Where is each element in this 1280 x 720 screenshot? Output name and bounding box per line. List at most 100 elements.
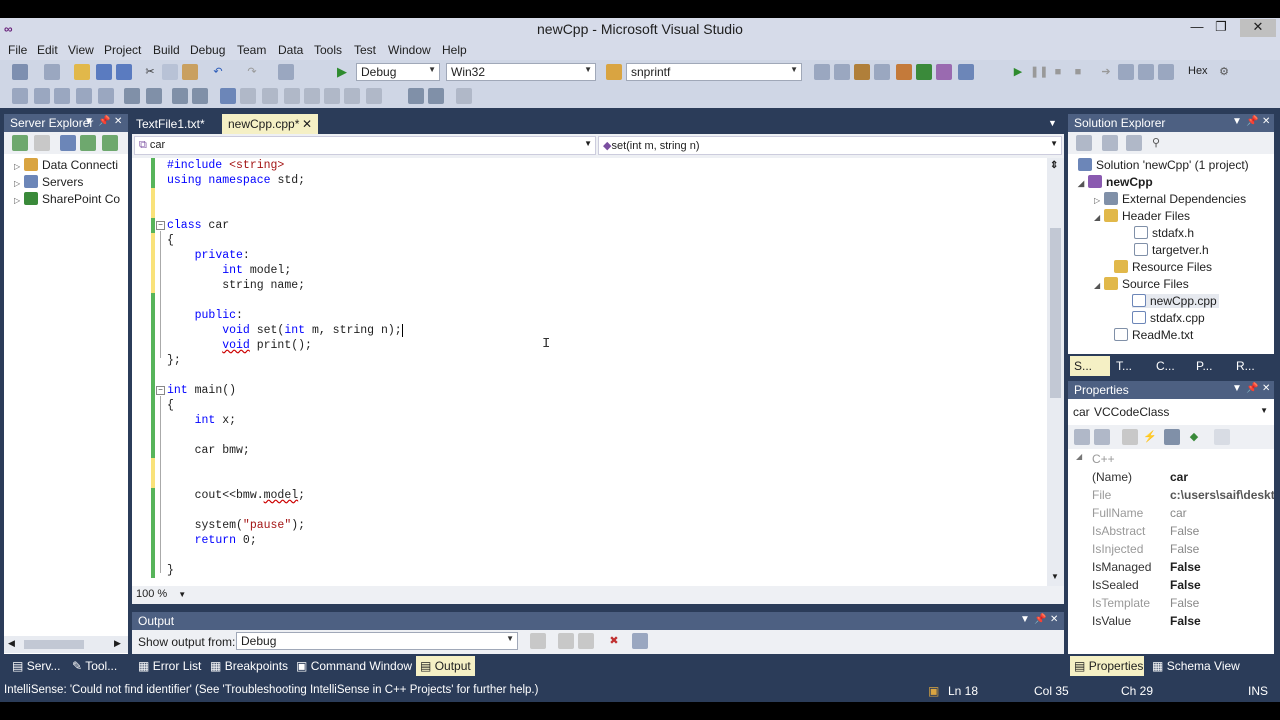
types-dropdown[interactable]: ⧉ car ▼ [134, 136, 596, 155]
properties-icon[interactable] [1076, 135, 1092, 151]
menu-view[interactable]: View [68, 43, 94, 57]
save-icon[interactable] [96, 64, 112, 80]
tab-breakpoints[interactable]: ▦ Breakpoints [206, 656, 292, 676]
tree-item-source-files[interactable]: ◢ Source Files [1094, 277, 1189, 291]
close-tab-icon[interactable]: ✕ [302, 117, 312, 131]
close-icon[interactable]: ✕ [114, 116, 122, 127]
tree-item-header-files[interactable]: ◢ Header Files [1094, 209, 1190, 223]
step-out-icon[interactable] [1158, 64, 1174, 80]
expand-arrow-icon[interactable]: ▷ [14, 196, 24, 205]
zoom-level[interactable]: 100 % [136, 588, 167, 600]
scroll-thumb[interactable] [24, 640, 84, 649]
step-into-icon[interactable] [1118, 64, 1134, 80]
dropdown-icon[interactable]: ▼ [1232, 116, 1242, 127]
menu-team[interactable]: Team [237, 43, 266, 57]
tree-item-newcpp-cpp[interactable]: newCpp.cpp [1132, 294, 1219, 308]
find-next-icon[interactable] [578, 633, 594, 649]
start-debugging-icon[interactable]: ▶ [334, 64, 350, 80]
properties-icon[interactable] [1122, 429, 1138, 445]
property-row[interactable]: (Name) car [1068, 469, 1274, 487]
stop-debugging-icon[interactable]: ■ [1050, 64, 1066, 80]
tab-team-explorer[interactable]: T... [1112, 356, 1136, 376]
decrease-indent-icon[interactable] [124, 88, 140, 104]
new-project-icon[interactable] [12, 64, 28, 80]
paste-icon[interactable] [182, 64, 198, 80]
restore-button[interactable]: ❐ [1210, 19, 1232, 37]
display-word-completion-icon[interactable] [98, 88, 114, 104]
layout-icon[interactable] [456, 88, 472, 104]
collapse-arrow-icon[interactable]: ◢ [1094, 281, 1104, 290]
property-row[interactable]: IsSealed False [1068, 577, 1274, 595]
tab-dropdown-icon[interactable]: ▼ [1048, 118, 1057, 128]
tools-icon[interactable] [896, 64, 912, 80]
tree-item-readme[interactable]: ReadMe.txt [1114, 328, 1193, 342]
categorized-icon[interactable] [1074, 429, 1090, 445]
undo-icon[interactable]: ↶ [210, 64, 226, 80]
stop-refresh-icon[interactable] [34, 135, 50, 151]
tree-item-solution[interactable]: Solution 'newCpp' (1 project) [1078, 158, 1249, 172]
refresh-icon[interactable] [1126, 135, 1142, 151]
menu-data[interactable]: Data [278, 43, 303, 57]
uncomment-icon[interactable] [192, 88, 208, 104]
dropdown-icon[interactable]: ▼ [1232, 383, 1242, 394]
pin-icon[interactable]: 📌 [1034, 614, 1046, 625]
collapse-main-icon[interactable]: − [156, 386, 165, 395]
parameter-info-icon[interactable] [34, 88, 50, 104]
tree-item-sharepoint[interactable]: ▷ SharePoint Co [14, 192, 120, 206]
step-over-icon[interactable] [1138, 64, 1154, 80]
tree-item-external-deps[interactable]: ▷ External Dependencies [1094, 192, 1246, 206]
solution-explorer-icon[interactable] [814, 64, 830, 80]
open-file-icon[interactable] [74, 64, 90, 80]
close-icon[interactable]: ✕ [1262, 383, 1270, 394]
solution-platform-select[interactable]: Win32 ▼ [446, 63, 596, 81]
quick-info-icon[interactable] [54, 88, 70, 104]
menu-tools[interactable]: Tools [314, 43, 342, 57]
expand-arrow-icon[interactable]: ▷ [1094, 196, 1104, 205]
menu-help[interactable]: Help [442, 43, 467, 57]
property-category[interactable]: ◢ C++ [1068, 451, 1274, 469]
break-all-icon[interactable]: ❚❚ [1030, 64, 1048, 80]
tree-item-project[interactable]: ◢ newCpp [1078, 175, 1153, 189]
refresh-icon[interactable] [12, 135, 28, 151]
copy-icon[interactable] [162, 64, 178, 80]
property-row[interactable]: IsAbstract False [1068, 523, 1274, 541]
tree-item-servers[interactable]: ▷ Servers [14, 175, 83, 189]
navigate-backward-icon[interactable] [278, 64, 294, 80]
team-explorer-icon[interactable] [936, 64, 952, 80]
pin-icon[interactable]: 📌 [1246, 383, 1258, 394]
tab-toolbox[interactable]: ✎ Tool... [68, 656, 121, 676]
alphabetical-icon[interactable] [1094, 429, 1110, 445]
pin-icon[interactable]: 📌 [1246, 116, 1258, 127]
connect-database-icon[interactable] [60, 135, 76, 151]
restart-icon[interactable]: ■ [1070, 64, 1086, 80]
split-icon[interactable]: ⇕ [1050, 160, 1058, 171]
close-icon[interactable]: ✕ [1050, 614, 1058, 625]
tab-property-manager[interactable]: P... [1192, 356, 1216, 376]
toolbox-icon[interactable] [874, 64, 890, 80]
collapse-arrow-icon[interactable]: ◢ [1078, 179, 1088, 188]
cut-icon[interactable]: ✂ [142, 64, 158, 80]
pin-icon[interactable]: 📌 [98, 116, 110, 127]
menu-window[interactable]: Window [388, 43, 431, 57]
property-row[interactable]: IsValue False [1068, 613, 1274, 631]
find-combo[interactable]: snprintf ▼ [626, 63, 802, 81]
scroll-down-icon[interactable]: ▼ [1051, 572, 1059, 581]
minimize-button[interactable]: — [1186, 19, 1208, 37]
tab-server-explorer[interactable]: ▤ Serv... [8, 656, 64, 676]
extension-manager-icon[interactable] [916, 64, 932, 80]
tab-properties[interactable]: ▤ Properties [1070, 656, 1144, 676]
exceptions-icon[interactable]: ⚙ [1216, 64, 1232, 80]
next-bookmark-folder-icon[interactable] [304, 88, 320, 104]
tab-command-window[interactable]: ▣ Command Window [292, 656, 416, 676]
menu-project[interactable]: Project [104, 43, 141, 57]
member-list-icon[interactable] [12, 88, 28, 104]
property-row[interactable]: IsTemplate False [1068, 595, 1274, 613]
previous-bookmark-document-icon[interactable] [324, 88, 340, 104]
toggle-bookmark-icon[interactable] [220, 88, 236, 104]
save-all-icon[interactable] [116, 64, 132, 80]
scroll-right-icon[interactable]: ▶ [114, 638, 121, 649]
word-completion-icon[interactable] [76, 88, 92, 104]
collapse-arrow-icon[interactable]: ◢ [1076, 452, 1082, 461]
show-all-files-icon[interactable] [1102, 135, 1118, 151]
overrides-icon[interactable]: ◆ [1186, 429, 1202, 445]
